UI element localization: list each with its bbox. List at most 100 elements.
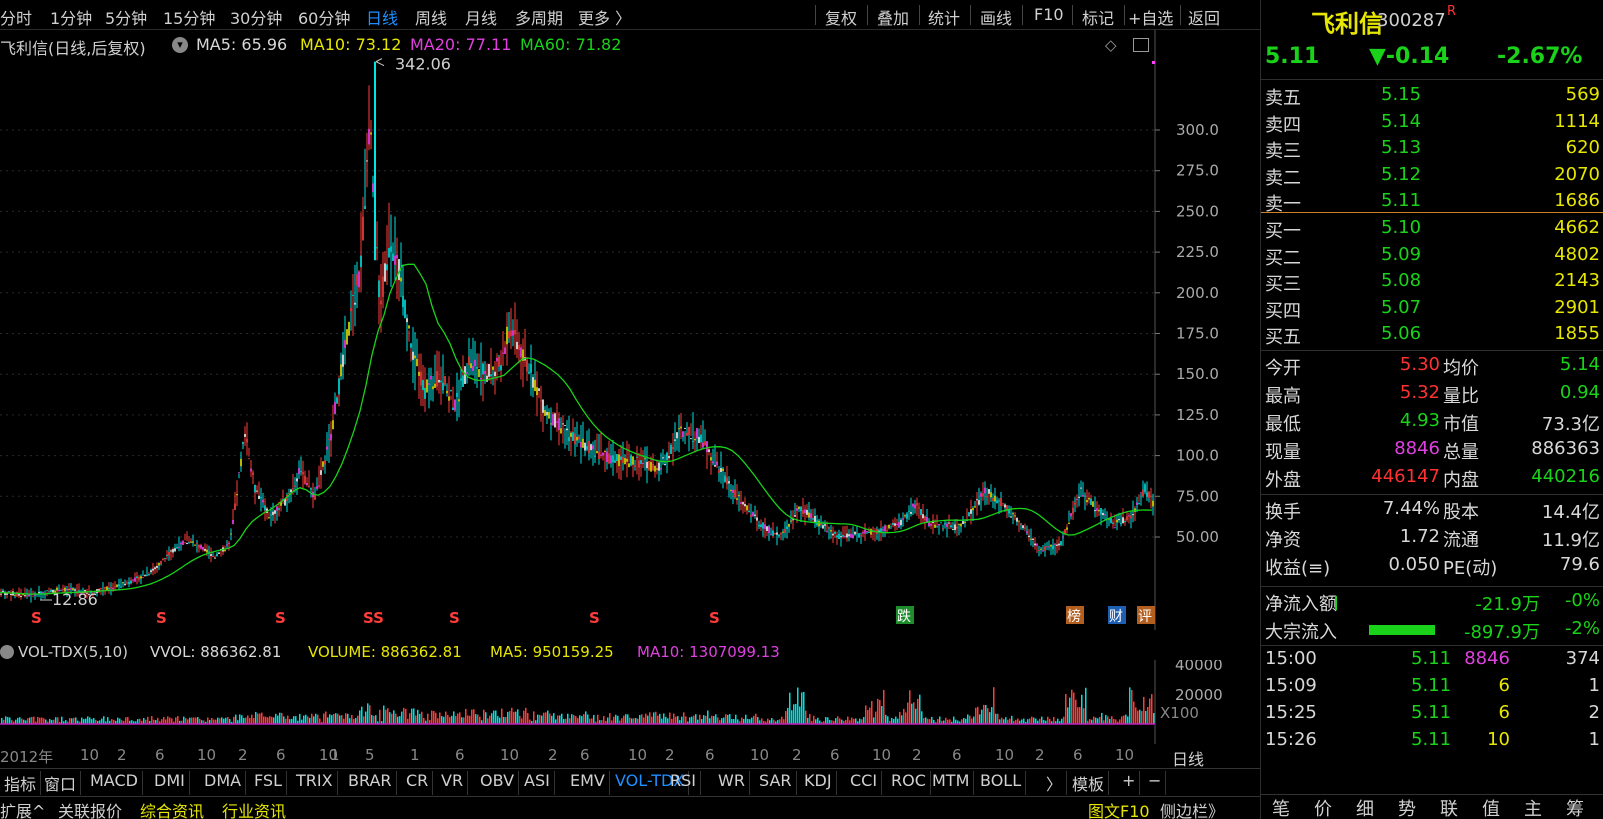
- draw-line-button[interactable]: 画线: [980, 5, 1012, 29]
- indicator-tab[interactable]: DMI: [150, 771, 190, 795]
- indicator-tab[interactable]: KDJ: [800, 771, 837, 795]
- period-multi[interactable]: 多周期: [515, 5, 563, 29]
- volume-bar: [397, 716, 399, 724]
- candle-body: [790, 520, 792, 522]
- period-fenshi[interactable]: 分时: [0, 5, 32, 29]
- restore-rights-button[interactable]: 复权: [825, 5, 857, 29]
- volume-bar: [291, 718, 293, 724]
- indicator-tab[interactable]: 模板: [1068, 771, 1110, 795]
- period-30min[interactable]: 30分钟: [230, 5, 282, 29]
- volume-bar: [1131, 690, 1133, 724]
- candle-body: [1090, 498, 1092, 506]
- f10-graphic-link[interactable]: 图文F10: [1088, 798, 1150, 819]
- indicator-tab[interactable]: TRIX: [292, 771, 338, 795]
- period-label[interactable]: 日线: [1172, 746, 1204, 770]
- mark-button[interactable]: 标记: [1082, 5, 1114, 29]
- panel-tab[interactable]: 联: [1428, 795, 1470, 819]
- candle-body: [488, 364, 490, 377]
- candle-body: [292, 488, 294, 490]
- period-weekly[interactable]: 周线: [415, 5, 447, 29]
- indicator-tab[interactable]: CCI: [846, 771, 883, 795]
- candle-body: [644, 458, 646, 460]
- overlay-button[interactable]: 叠加: [877, 5, 909, 29]
- indicator-tab[interactable]: VR: [437, 771, 469, 795]
- indicator-tab[interactable]: RSI: [666, 771, 701, 795]
- volume-bar: [265, 716, 267, 724]
- indicator-tab[interactable]: ASI: [520, 771, 555, 795]
- indicator-tab[interactable]: 窗口: [40, 771, 82, 795]
- volume-bar: [685, 716, 687, 724]
- panel-tab[interactable]: 笔: [1260, 795, 1302, 819]
- volume-bar: [1, 717, 3, 724]
- candlestick-chart[interactable]: 300.0 275.0 250.0 225.0 200.0 175.0 150.0 125.0…: [0, 30, 1260, 640]
- indicator-tab[interactable]: MTM: [928, 771, 975, 795]
- panel-tab[interactable]: 主: [1512, 795, 1554, 819]
- period-60min[interactable]: 60分钟: [298, 5, 350, 29]
- stat-row: 换手: [1265, 502, 1301, 523]
- volume-bar: [445, 711, 447, 724]
- candle-body: [632, 456, 634, 465]
- period-1min[interactable]: 1分钟: [50, 5, 92, 29]
- date-tick-label: 2: [912, 746, 922, 764]
- indicator-tab[interactable]: +: [1118, 771, 1141, 795]
- period-daily[interactable]: 日线: [366, 5, 398, 29]
- volume-bar: [305, 714, 307, 724]
- candle-body: [562, 423, 564, 425]
- volume-bar: [227, 717, 229, 724]
- settings-dot-icon[interactable]: [0, 645, 14, 659]
- indicator-tab[interactable]: 指标: [0, 771, 42, 795]
- indicator-tab[interactable]: 〉: [1042, 771, 1068, 795]
- indicator-tab[interactable]: WR: [714, 771, 750, 795]
- volume-bar: [89, 717, 91, 724]
- volume-bar: [311, 713, 313, 724]
- indicator-tab[interactable]: CR: [402, 771, 434, 795]
- sidebar-link[interactable]: 侧边栏》: [1160, 798, 1224, 819]
- panel-tab[interactable]: 筹: [1554, 795, 1596, 819]
- expand-link[interactable]: 扩展^: [0, 798, 45, 819]
- indicator-tab[interactable]: −: [1144, 771, 1167, 795]
- candle-body: [200, 545, 202, 549]
- period-more[interactable]: 更多 〉: [578, 5, 631, 29]
- period-15min[interactable]: 15分钟: [163, 5, 215, 29]
- indicator-tab[interactable]: BOLL: [976, 771, 1027, 795]
- indicator-tab[interactable]: BRAR: [344, 771, 397, 795]
- candle-body: [152, 568, 154, 571]
- f10-button[interactable]: F10: [1034, 5, 1064, 24]
- signal-label: 榜: [1067, 608, 1081, 625]
- volume-bar: [303, 715, 305, 724]
- indicator-tab[interactable]: EMV: [566, 771, 610, 795]
- toolbar-divider: [1022, 5, 1023, 25]
- volume-bar: [195, 717, 197, 724]
- volume-chart[interactable]: 40000 20000 X100: [0, 660, 1260, 744]
- indicator-tab[interactable]: OBV: [476, 771, 520, 795]
- period-5min[interactable]: 5分钟: [105, 5, 147, 29]
- candle-body: [186, 542, 188, 545]
- candle-body: [26, 595, 28, 597]
- panel-tab[interactable]: 细: [1344, 795, 1386, 819]
- add-watchlist-button[interactable]: +自选: [1128, 5, 1173, 29]
- indicator-tab[interactable]: DMA: [200, 771, 247, 795]
- indicator-tab[interactable]: SAR: [755, 771, 797, 795]
- statistics-button[interactable]: 统计: [928, 5, 960, 29]
- related-quotes-link[interactable]: 关联报价: [58, 798, 122, 819]
- volume-bar: [455, 715, 457, 724]
- panel-tab[interactable]: 势: [1386, 795, 1428, 819]
- indicator-tab[interactable]: FSL: [250, 771, 287, 795]
- back-button[interactable]: 返回: [1188, 5, 1220, 29]
- candle-body: [928, 522, 930, 526]
- candle-body: [476, 367, 478, 369]
- candle-body: [602, 452, 604, 456]
- candle-body: [672, 447, 674, 450]
- panel-tab[interactable]: 值: [1470, 795, 1512, 819]
- indicator-tab[interactable]: MACD: [86, 771, 143, 795]
- candle-body: [474, 359, 476, 367]
- general-news-link[interactable]: 综合资讯: [140, 798, 204, 819]
- indicator-tab[interactable]: ROC: [887, 771, 931, 795]
- candle-body: [218, 552, 220, 554]
- industry-news-link[interactable]: 行业资讯: [222, 798, 286, 819]
- candle-body: [1124, 521, 1126, 523]
- panel-tab[interactable]: 价: [1302, 795, 1344, 819]
- bid-row: 买四: [1265, 300, 1301, 322]
- volume-bar: [813, 715, 815, 724]
- period-monthly[interactable]: 月线: [465, 5, 497, 29]
